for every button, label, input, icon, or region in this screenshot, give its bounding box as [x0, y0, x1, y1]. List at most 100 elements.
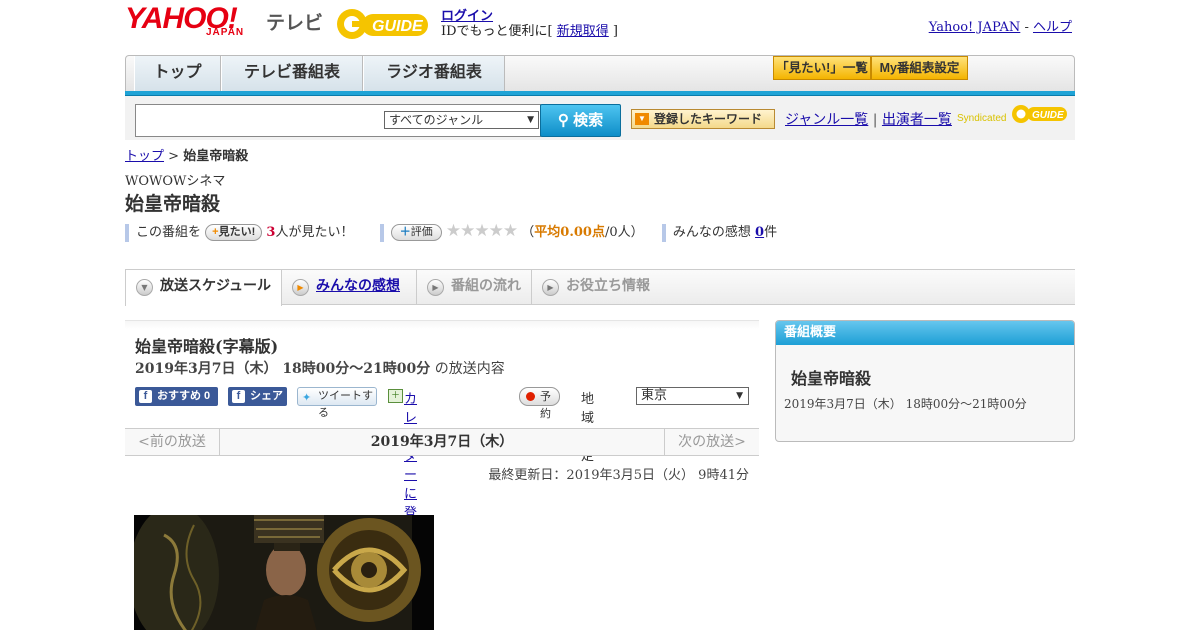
my-bangumi-button[interactable]: My番組表設定 [871, 56, 968, 80]
breadcrumb-top-link[interactable]: トップ [125, 149, 164, 164]
broadcast-title: 始皇帝暗殺(字幕版) [135, 337, 279, 356]
search-button-label: 検索 [573, 112, 604, 129]
tab-flow[interactable]: ▶ 番組の流れ [417, 270, 532, 304]
nav-tab-top[interactable]: トップ [134, 56, 221, 91]
nav-tab-tv[interactable]: テレビ番組表 [221, 56, 363, 91]
page-title: 始皇帝暗殺 [125, 193, 221, 215]
broadcast-time: 2019年3月7日（木） 18時00分～21時00分 の放送内容 [135, 358, 505, 378]
broadcast-pager: <前の放送 2019年3月7日（木） 次の放送> [125, 428, 759, 456]
summary-title: 始皇帝暗殺 [791, 369, 872, 388]
keyword-button[interactable]: ▼ 登録したキーワード [631, 109, 775, 129]
program-thumbnail [134, 515, 434, 630]
tab-reviews[interactable]: ▶ みんなの感想 [282, 270, 417, 304]
meta-divider [125, 223, 129, 242]
summary-heading: 番組概要 [776, 321, 1074, 345]
tab-info[interactable]: ▶ お役立ち情報 [532, 270, 667, 304]
rating-open: （ [521, 225, 535, 240]
facebook-recommend-label: おすすめ 0 [157, 390, 211, 402]
gguide-logo-text: GUIDE [372, 18, 424, 35]
login-sub-prefix: IDでもっと便利に[ [441, 24, 557, 39]
prev-broadcast-link[interactable]: <前の放送 [125, 429, 220, 456]
chevron-down-icon: ▼ [736, 391, 743, 401]
facebook-share-button[interactable]: f シェア [228, 387, 287, 406]
tab-info-label: お役立ち情報 [566, 278, 650, 294]
play-icon: ▶ [542, 279, 559, 296]
genre-list-link[interactable]: ジャンル一覧 [785, 112, 868, 128]
link-dash: - [1020, 20, 1033, 35]
gguide-small-logo: GUIDE [1012, 105, 1067, 123]
reserve-button[interactable]: 予約 [519, 387, 560, 420]
tweet-label: ツイートする [318, 390, 373, 419]
pager-current-date: 2019年3月7日（木） [370, 434, 514, 450]
meta-divider [379, 223, 384, 242]
rating-button[interactable]: ＋評価 [390, 224, 442, 241]
search-icon: ⚲ [557, 112, 569, 129]
region-select[interactable]: 東京 ▼ [636, 387, 749, 405]
login-sub-suffix: ] [608, 24, 618, 39]
kansou-label: みんなの感想 [672, 225, 756, 240]
facebook-icon: f [232, 390, 245, 403]
breadcrumb-separator: > [164, 149, 184, 164]
tab-schedule-label: 放送スケジュール [160, 278, 272, 294]
mitai-button-label: 見たい! [218, 226, 256, 238]
rating-count: /0人） [604, 225, 644, 240]
dropdown-arrow-icon: ▼ [635, 113, 649, 125]
help-link[interactable]: ヘルプ [1033, 20, 1072, 35]
chevron-down-icon: ▼ [527, 115, 534, 125]
breadcrumb: トップ > 始皇帝暗殺 [125, 145, 248, 164]
program-meta: この番組を +見たい! 3人が見たい！ ＋評価 ★★★★★ （平均0.00点/0… [125, 221, 825, 242]
genre-select-value: すべてのジャンル [389, 113, 484, 127]
tab-schedule[interactable]: ▼ 放送スケジュール [125, 270, 282, 306]
star-icon: ★ [460, 221, 475, 241]
broadcast-time-value: 2019年3月7日（木） 18時00分～21時00分 [135, 361, 431, 377]
broadcast-time-suffix: の放送内容 [430, 361, 505, 377]
facebook-recommend-button[interactable]: f おすすめ 0 [135, 387, 218, 406]
tweet-button[interactable]: ✦ ツイートする [297, 387, 377, 419]
tab-flow-label: 番組の流れ [451, 278, 521, 294]
meta-divider [661, 223, 666, 242]
program-summary-box: 番組概要 始皇帝暗殺 2019年3月7日（木） 18時00分～21時00分 [775, 320, 1075, 442]
genre-select[interactable]: すべてのジャンル ▼ [384, 111, 539, 129]
program-tabs: ▼ 放送スケジュール ▶ みんなの感想 ▶ 番組の流れ ▶ お役立ち情報 [125, 269, 1075, 306]
nav-tab-radio[interactable]: ラジオ番組表 [363, 56, 505, 91]
next-broadcast-link[interactable]: 次の放送> [664, 429, 759, 456]
top-right-links: Yahoo! JAPAN - ヘルプ [929, 16, 1072, 35]
plus-icon: ＋ [399, 226, 411, 238]
play-icon: ▶ [292, 279, 309, 296]
login-sub: IDでもっと便利に[ 新規取得 ] [441, 20, 618, 39]
calendar-icon: ＋ [388, 389, 403, 403]
chevron-down-icon: ▼ [136, 279, 153, 296]
rating-average: 平均0.00点 [534, 225, 605, 240]
star-icon: ★ [488, 221, 504, 241]
search-links: ジャンル一覧 | 出演者一覧 [785, 109, 952, 129]
last-updated: 最終更新日：2019年3月5日（火） 9時41分 [488, 468, 749, 483]
record-icon [526, 392, 535, 401]
gguide-small-logo-text: GUIDE [1032, 110, 1064, 121]
facebook-share-label: シェア [250, 390, 283, 402]
tab-reviews-label[interactable]: みんなの感想 [316, 278, 400, 294]
syndicated-label: Syndicated [957, 113, 1007, 124]
search-button[interactable]: ⚲ 検索 [540, 104, 621, 137]
tv-label: テレビ [266, 13, 324, 34]
mitai-list-button[interactable]: 「見たい!」一覧 [773, 56, 871, 80]
star-icon: ★ [502, 221, 518, 241]
star-icon: ★ [445, 221, 461, 241]
yahoo-japan-link[interactable]: Yahoo! JAPAN [929, 20, 1021, 35]
star-icon: ★ [474, 221, 489, 241]
signup-link[interactable]: 新規取得 [557, 24, 609, 39]
gguide-logo[interactable]: GUIDE [334, 6, 434, 42]
mitai-suffix: 人が見たい！ [275, 225, 354, 240]
channel-name: WOWOWシネマ [125, 174, 226, 189]
region-select-value: 東京 [641, 388, 668, 403]
mitai-button[interactable]: +見たい! [205, 224, 263, 241]
summary-time: 2019年3月7日（木） 18時00分～21時00分 [784, 397, 1027, 411]
yahoo-logo-japan: JAPAN [206, 27, 245, 38]
mitai-prefix: この番組を [136, 225, 202, 240]
keyword-button-label: 登録したキーワード [654, 112, 763, 126]
reserve-label: 予約 [540, 390, 551, 420]
kansou-count-link[interactable]: 0 [755, 225, 764, 240]
performers-link[interactable]: 出演者一覧 [882, 112, 952, 128]
kansou-unit: 件 [764, 225, 778, 240]
facebook-icon: f [139, 390, 152, 403]
play-icon: ▶ [427, 279, 444, 296]
